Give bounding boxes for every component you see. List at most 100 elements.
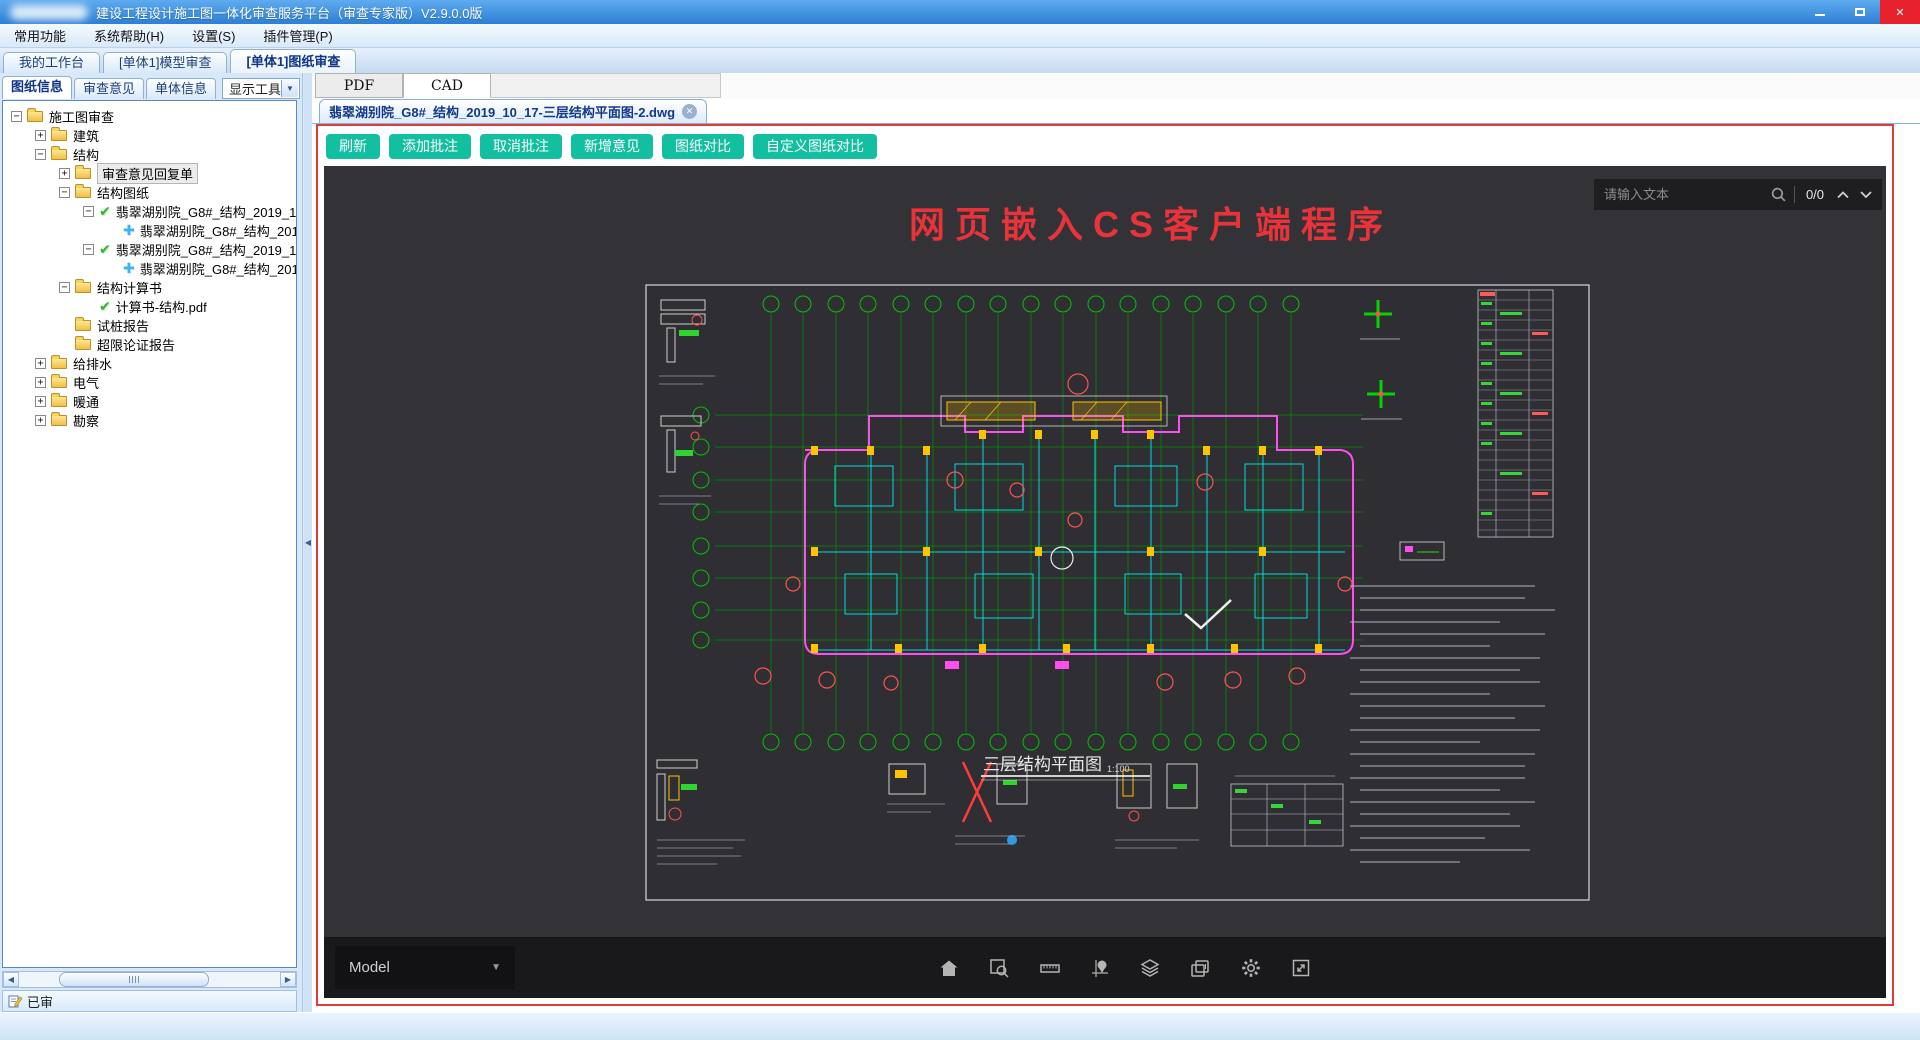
- menu-plugins[interactable]: 插件管理(P): [249, 24, 346, 47]
- expand-icon[interactable]: +: [35, 358, 46, 369]
- tab-review-opinion[interactable]: 审查意见: [74, 78, 145, 99]
- cancel-annotation-button[interactable]: 取消批注: [480, 133, 562, 159]
- expand-icon[interactable]: +: [35, 396, 46, 407]
- review-status-label: 已审: [27, 994, 54, 1010]
- panel-splitter[interactable]: ◀: [304, 73, 312, 1012]
- tree-item-label: 暖通: [73, 395, 100, 410]
- menu-common[interactable]: 常用功能: [0, 24, 80, 47]
- tree-item-dwg-file[interactable]: − ✔ 翡翠湖别院_G8#_结构_2019_10_17: [3, 240, 296, 259]
- collapse-icon[interactable]: −: [11, 111, 22, 122]
- combo-dropdown-button[interactable]: ▼: [281, 80, 298, 97]
- menu-help[interactable]: 系统帮助(H): [80, 24, 178, 47]
- tree-item-survey[interactable]: + 勘察: [3, 411, 296, 430]
- splitter-arrow-icon[interactable]: ◀: [305, 538, 311, 547]
- search-next-button[interactable]: [1858, 188, 1874, 201]
- tree-item-calc-pdf[interactable]: ✔ 计算书-结构.pdf: [3, 297, 296, 316]
- check-icon: ✔: [99, 298, 111, 314]
- maximize-button[interactable]: [1840, 0, 1880, 24]
- tree-item-structure-drawings[interactable]: − 结构图纸: [3, 183, 296, 202]
- expand-icon[interactable]: +: [35, 130, 46, 141]
- fullscreen-button[interactable]: [1288, 955, 1314, 981]
- tree-item-hvac[interactable]: + 暖通: [3, 392, 296, 411]
- tree-item-limit-report[interactable]: 超限论证报告: [3, 335, 296, 354]
- collapse-icon[interactable]: −: [35, 149, 46, 160]
- folder-icon: [51, 146, 67, 160]
- caret-down-icon: ▼: [286, 84, 294, 93]
- collapse-icon[interactable]: −: [59, 282, 70, 293]
- tree-item-label: 勘察: [73, 414, 100, 429]
- drawing-tree: − 施工图审查 + 建筑 − 结构 + 审查意见回复单 − 结构图纸 − ✔ 翡…: [2, 100, 297, 968]
- expand-icon[interactable]: +: [35, 415, 46, 426]
- minimize-button[interactable]: [1800, 0, 1840, 24]
- file-tab[interactable]: 翡翠湖别院_G8#_结构_2019_10_17-三层结构平面图-2.dwg ✕: [319, 99, 708, 123]
- add-annotation-button[interactable]: 添加批注: [389, 133, 471, 159]
- scroll-left-arrow-icon[interactable]: ◀: [3, 972, 19, 987]
- drawing-compare-button[interactable]: 图纸对比: [662, 133, 744, 159]
- coordinate-pin-button[interactable]: [1087, 955, 1113, 981]
- cad-canvas[interactable]: 网页嵌入CS客户端程序 0/0: [324, 166, 1886, 998]
- tree-item-label: 计算书-结构.pdf: [115, 300, 207, 315]
- measure-button[interactable]: [1037, 955, 1063, 981]
- search-prev-button[interactable]: [1835, 188, 1851, 201]
- tree-item-dwg-file[interactable]: − ✔ 翡翠湖别院_G8#_结构_2019_10_17: [3, 202, 296, 221]
- home-view-button[interactable]: [936, 955, 962, 981]
- scroll-right-arrow-icon[interactable]: ▶: [280, 972, 296, 987]
- viewer-tool-strip: [936, 937, 1314, 998]
- viewport-copy-button[interactable]: [1187, 955, 1213, 981]
- model-space-dropdown[interactable]: Model ▼: [335, 946, 515, 989]
- search-input[interactable]: [1602, 186, 1763, 203]
- tree-item-electrical[interactable]: + 电气: [3, 373, 296, 392]
- collapse-icon[interactable]: −: [83, 244, 94, 255]
- layers-button[interactable]: [1137, 955, 1163, 981]
- custom-compare-button[interactable]: 自定义图纸对比: [753, 133, 877, 159]
- zoom-window-icon: [990, 958, 1009, 978]
- settings-button[interactable]: [1238, 955, 1264, 981]
- tree-item-calc-book[interactable]: − 结构计算书: [3, 278, 296, 297]
- model-label: Model: [349, 959, 390, 976]
- embedded-client-banner: 网页嵌入CS客户端程序: [909, 204, 1394, 245]
- tree-item-dwg-child[interactable]: ✚ 翡翠湖别院_G8#_结构_2019_10_1: [3, 221, 296, 240]
- folder-icon: [75, 184, 91, 198]
- tab-pdf[interactable]: PDF: [315, 73, 403, 98]
- expand-icon[interactable]: +: [35, 377, 46, 388]
- collapse-icon[interactable]: −: [59, 187, 70, 198]
- embedded-cad-frame: 刷新 添加批注 取消批注 新增意见 图纸对比 自定义图纸对比 网页嵌入CS客户端…: [316, 124, 1894, 1006]
- title-bar: 建设工程设计施工图一体化审查服务平台（审查专家版）V2.9.0.0版 ✕: [0, 0, 1920, 24]
- tab-drawing-review[interactable]: [单体1]图纸审查: [230, 49, 357, 73]
- tree-item-plumbing[interactable]: + 给排水: [3, 354, 296, 373]
- tab-my-workbench[interactable]: 我的工作台: [3, 52, 101, 73]
- scrollbar-thumb[interactable]: [59, 972, 209, 987]
- file-tab-close-icon[interactable]: ✕: [682, 104, 698, 119]
- file-tab-label: 翡翠湖别院_G8#_结构_2019_10_17-三层结构平面图-2.dwg: [329, 105, 676, 120]
- close-icon: ✕: [1895, 6, 1905, 19]
- layers-icon: [1140, 958, 1160, 977]
- scrollbar-track[interactable]: [19, 972, 280, 987]
- cad-toolbar: 刷新 添加批注 取消批注 新增意见 图纸对比 自定义图纸对比: [318, 126, 1892, 166]
- tree-item-label: 建筑: [73, 129, 100, 144]
- tree-item-pile-report[interactable]: 试桩报告: [3, 316, 296, 335]
- tab-cad[interactable]: CAD: [403, 73, 491, 98]
- new-opinion-button[interactable]: 新增意见: [571, 133, 653, 159]
- expand-icon[interactable]: +: [59, 168, 70, 179]
- tree-item-review-root[interactable]: − 施工图审查: [3, 107, 296, 126]
- search-icon[interactable]: [1770, 186, 1787, 203]
- refresh-button[interactable]: 刷新: [326, 133, 380, 159]
- toolbar-visibility-combo[interactable]: 显示工具条 ▼: [222, 78, 300, 99]
- tab-drawing-info[interactable]: 图纸信息: [2, 76, 73, 99]
- tree-item-dwg-child[interactable]: ✚ 翡翠湖别院_G8#_结构_2019_10_1: [3, 259, 296, 278]
- tree-item-structure[interactable]: − 结构: [3, 145, 296, 164]
- tab-model-review[interactable]: [单体1]模型审查: [103, 52, 228, 73]
- tree-item-label: 电气: [73, 376, 100, 391]
- close-button[interactable]: ✕: [1880, 0, 1920, 24]
- collapse-icon[interactable]: −: [83, 206, 94, 217]
- windows-copy-icon: [1191, 959, 1210, 977]
- tree-horizontal-scrollbar[interactable]: ◀ ▶: [2, 971, 297, 988]
- folder-icon: [51, 412, 67, 426]
- tree-item-reply-form[interactable]: + 审查意见回复单: [3, 163, 296, 184]
- tab-filler: [491, 73, 721, 98]
- viewer-mode-tabs: PDF CAD: [312, 73, 1920, 99]
- zoom-window-button[interactable]: [986, 955, 1012, 981]
- menu-settings[interactable]: 设置(S): [178, 24, 249, 47]
- tree-item-architecture[interactable]: + 建筑: [3, 126, 296, 145]
- tab-unit-info[interactable]: 单体信息: [146, 78, 217, 99]
